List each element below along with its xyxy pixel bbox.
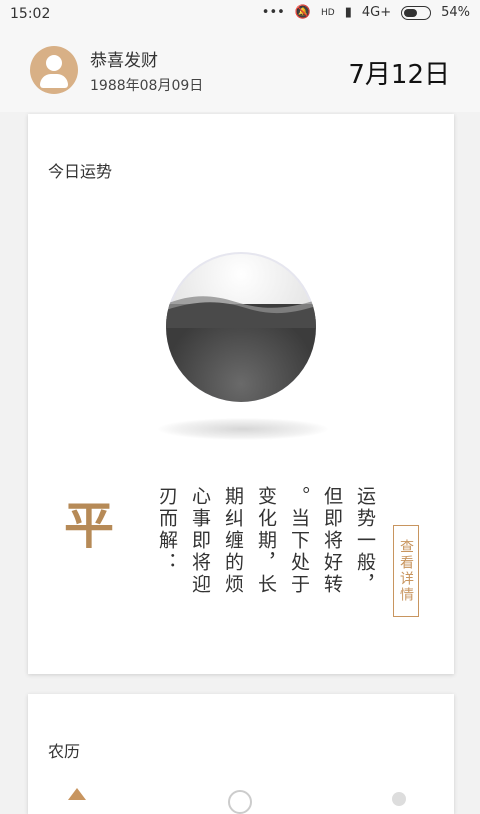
lunar-title: 农历 <box>48 742 81 761</box>
profile-header: 恭喜发财 1988年08月09日 7月12日 <box>0 28 480 112</box>
avatar-body-icon <box>40 74 68 88</box>
fortune-text-col-2: 但即将好转 <box>321 486 343 596</box>
orb-shadow <box>158 418 328 440</box>
current-date: 7月12日 <box>348 60 450 90</box>
status-bar: 15:02 ••• 🔕 HD ▮ 4G+ 54% <box>0 0 480 28</box>
more-dots-icon: ••• <box>261 5 285 20</box>
fortune-title: 今日运势 <box>48 162 113 181</box>
fortune-text-col-6: 心事即将迎 <box>189 486 211 596</box>
battery-percent: 54% <box>441 5 470 20</box>
fortune-text-col-3: 。当下处于 <box>288 486 310 596</box>
nav-fortune-icon[interactable] <box>68 788 86 800</box>
fortune-text-col-5: 期纠缠的烦 <box>222 486 244 596</box>
nav-compass-icon[interactable] <box>228 790 252 814</box>
hd-label: HD <box>320 8 335 18</box>
status-time: 15:02 <box>10 6 51 22</box>
battery-icon <box>401 6 432 20</box>
fortune-text-col-7: 刃而解： <box>156 486 178 574</box>
user-name: 恭喜发财 <box>90 51 158 71</box>
bottom-nav <box>0 786 480 814</box>
nav-profile-icon[interactable] <box>392 792 406 806</box>
fortune-card: 今日运势 平 运势一般， 但即将好转 。当下处于 变化期，长 期纠缠的烦 心事即… <box>28 114 454 674</box>
signal-icon: ▮ <box>344 5 352 20</box>
avatar[interactable] <box>30 46 78 94</box>
avatar-head-icon <box>46 55 62 71</box>
fortune-text-col-1: 运势一般， <box>354 486 376 596</box>
orb-wave-icon <box>166 296 316 328</box>
fortune-text-col-4: 变化期，长 <box>255 486 277 596</box>
status-icons: ••• 🔕 HD ▮ 4G+ 54% <box>262 6 470 20</box>
view-details-button[interactable]: 查看详情 <box>393 525 419 617</box>
mute-icon: 🔕 <box>294 5 311 20</box>
network-label: 4G+ <box>361 5 392 20</box>
birth-date: 1988年08月09日 <box>90 78 204 94</box>
fortune-level: 平 <box>64 496 114 555</box>
fortune-orb-icon <box>166 252 316 402</box>
